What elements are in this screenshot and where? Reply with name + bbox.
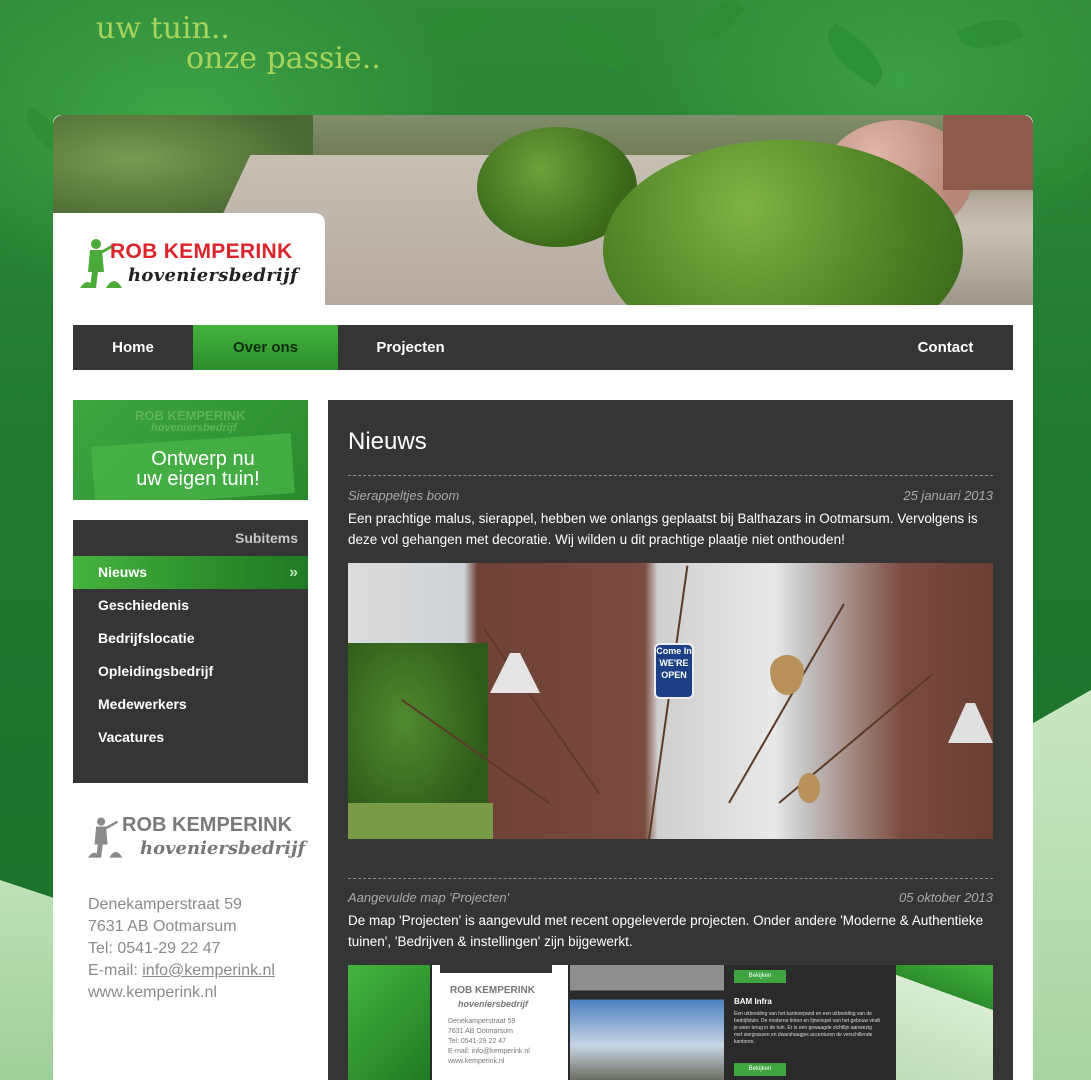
nav-home[interactable]: Home [73, 325, 193, 370]
nav-projecten[interactable]: Projecten [338, 325, 483, 370]
subnav-item-geschiedenis[interactable]: Geschiedenis [73, 589, 308, 622]
gardener-logo-icon [88, 817, 123, 858]
news-item-body: De map 'Projecten' is aangevuld met rece… [348, 913, 984, 949]
page-title: Nieuws [348, 428, 427, 455]
subnav-item-label: Nieuws [98, 564, 148, 580]
preview-address: Denekamperstraat 59 7631 AB Ootmarsum Te… [448, 1017, 530, 1067]
footer-logo-name: ROB KEMPERINK [122, 814, 293, 836]
news-photo-decorated-tree: Come In WE'RE OPEN [348, 563, 993, 839]
photo-open-sign: Come In WE'RE OPEN [654, 643, 694, 699]
preview-view-button: Bekijken [734, 970, 786, 983]
sub-navigation: Subitems Nieuws » Geschiedenis Bedrijfsl… [73, 520, 308, 783]
footer-logo: ROB KEMPERINK hoveniersbedrijf [88, 810, 305, 870]
leaf-decoration [427, 0, 493, 52]
preview-address-line: 7631 AB Ootmarsum [448, 1028, 513, 1035]
promo-logo-subtitle: hoveniersbedrijf [151, 422, 237, 434]
preview-project-text: Een uitbreiding van het kantoorpand en e… [734, 1011, 880, 1045]
preview-project-title: BAM Infra [734, 997, 772, 1006]
slogan-line-2: onze passie.. [186, 41, 381, 76]
photo-bird-feeder [490, 653, 540, 693]
sign-line-2: WE'RE [659, 658, 689, 668]
email-link[interactable]: info@kemperink.nl [142, 962, 275, 979]
preview-logo-subtitle: hoveniersbedrijf [458, 999, 529, 1009]
preview-address-line: Tel: 0541-29 22 47 [448, 1038, 506, 1045]
preview-building-photo [570, 965, 724, 1080]
banner-brick-wall [943, 115, 1033, 190]
address-email-row: E-mail: info@kemperink.nl [88, 960, 275, 982]
photo-heart-ornament [770, 655, 804, 695]
preview-card-bar [440, 965, 552, 973]
nav-over-ons[interactable]: Over ons [193, 325, 338, 370]
subnav-item-bedrijfslocatie[interactable]: Bedrijfslocatie [73, 622, 308, 655]
leaf-decoration [957, 10, 1023, 58]
subnav-title: Subitems [234, 530, 298, 546]
background-corner-left [0, 880, 60, 1080]
preview-green-corner [896, 965, 993, 1080]
preview-project-description: Bekijken BAM Infra Een uitbreiding van h… [726, 965, 886, 1080]
slogan-line-1: uw tuin.. [96, 11, 230, 46]
news-item-title: Aangevulde map 'Projecten' [348, 890, 510, 905]
leaf-decoration [689, 0, 746, 51]
address-website: www.kemperink.nl [88, 984, 217, 1001]
divider [348, 878, 993, 879]
nav-contact[interactable]: Contact [883, 325, 1008, 370]
main-navigation: Home Over ons Projecten Contact [73, 325, 1013, 370]
subnav-item-nieuws[interactable]: Nieuws » [73, 556, 308, 589]
preview-logo-name: ROB KEMPERINK [450, 985, 536, 996]
news-item-date: 25 januari 2013 [903, 488, 993, 503]
news-item-date: 05 oktober 2013 [899, 890, 993, 905]
subnav-item-vacatures[interactable]: Vacatures [73, 721, 308, 754]
footer-logo-subtitle: hoveniersbedrijf [140, 838, 306, 859]
preview-address-line: www.kemperink.nl [448, 1058, 505, 1065]
address-phone: Tel: 0541-29 22 47 [88, 940, 221, 957]
divider [348, 475, 993, 476]
news-photo-projects-preview: ROB KEMPERINK hoveniersbedrijf Denekampe… [348, 965, 993, 1080]
double-chevron-right-icon: » [289, 564, 298, 581]
contact-address: Denekamperstraat 59 7631 AB Ootmarsum Te… [88, 894, 275, 1004]
sign-line-3: OPEN [661, 670, 687, 680]
preview-view-button: Bekijken [734, 1063, 786, 1076]
subnav-item-opleidingsbedrijf[interactable]: Opleidingsbedrijf [73, 655, 308, 688]
preview-contact-card: ROB KEMPERINK hoveniersbedrijf Denekampe… [432, 965, 568, 1080]
address-street: Denekamperstraat 59 [88, 896, 242, 913]
preview-address-line: Denekamperstraat 59 [448, 1018, 516, 1025]
sign-line-1: Come In [656, 646, 692, 656]
brand-subtitle[interactable]: hoveniersbedrijf [128, 265, 298, 286]
promo-line-2: uw eigen tuin! [136, 468, 260, 490]
subnav-item-medewerkers[interactable]: Medewerkers [73, 688, 308, 721]
news-item-body: Een prachtige malus, sierappel, hebben w… [348, 511, 978, 547]
leaf-decoration [1038, 147, 1091, 195]
address-city: 7631 AB Ootmarsum [88, 918, 237, 935]
brand-name[interactable]: ROB KEMPERINK [110, 240, 292, 264]
news-content-panel: Nieuws Sierappeltjes boom 25 januari 201… [328, 400, 1013, 1080]
preview-green-panel [348, 965, 430, 1080]
promo-logo-name: ROB KEMPERINK [135, 408, 246, 423]
preview-address-line: E-mail: info@kemperink.nl [448, 1048, 530, 1055]
leaf-decoration [556, 18, 634, 72]
design-your-garden-banner[interactable]: ROB KEMPERINK hoveniersbedrijf Ontwerp n… [73, 400, 308, 500]
photo-bird-feeder [948, 703, 993, 743]
photo-grass [348, 803, 493, 839]
photo-heart-ornament [798, 773, 820, 803]
news-item-title: Sierappeltjes boom [348, 488, 460, 503]
address-email-label: E-mail: [88, 962, 138, 979]
leaf-decoration [817, 22, 893, 88]
